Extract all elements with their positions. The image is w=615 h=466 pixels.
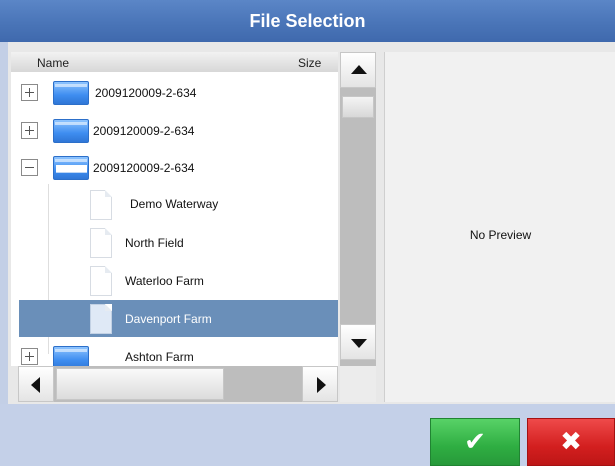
expand-icon[interactable] (21, 122, 38, 139)
horizontal-scrollbar[interactable] (18, 366, 338, 402)
file-selection-dialog: File Selection Name Size 2009120009-2-63… (0, 0, 615, 466)
tree-header: Name Size (11, 52, 338, 72)
expand-icon[interactable] (21, 84, 38, 101)
preview-text: No Preview (469, 228, 532, 242)
document-icon (90, 190, 112, 220)
scroll-left-button[interactable] (18, 366, 54, 402)
document-icon (90, 266, 112, 296)
expand-icon[interactable] (21, 348, 38, 365)
folder-icon (53, 81, 89, 105)
tree-row-file[interactable]: Demo Waterway (11, 186, 338, 223)
tree-row-label: Davenport Farm (125, 312, 212, 326)
tree-row-label: 2009120009-2-634 (93, 161, 195, 175)
scroll-up-button[interactable] (340, 52, 376, 88)
tree-row-folder[interactable]: 2009120009-2-634 (11, 149, 338, 186)
tree-row-file-selected[interactable]: Davenport Farm (19, 300, 338, 337)
dialog-title: File Selection (0, 0, 615, 42)
vertical-scrollbar[interactable] (340, 52, 376, 366)
arrow-left-icon (31, 377, 40, 393)
column-header-name[interactable]: Name (37, 56, 69, 70)
document-icon (90, 228, 112, 258)
column-header-size[interactable]: Size (298, 56, 321, 70)
collapse-icon[interactable] (21, 159, 38, 176)
tree-row-label: Ashton Farm (125, 350, 194, 364)
tree-row-label: 2009120009-2-634 (93, 124, 195, 138)
tree-row-file[interactable]: North Field (11, 224, 338, 261)
ok-button[interactable]: ✔ (430, 418, 520, 466)
horizontal-scroll-thumb[interactable] (56, 368, 224, 400)
folder-icon (53, 346, 89, 366)
scrollbar-corner (340, 366, 376, 402)
scroll-right-button[interactable] (302, 366, 338, 402)
x-icon: ✖ (560, 427, 582, 457)
tree-row-folder[interactable]: 2009120009-2-634 (11, 74, 338, 111)
file-tree[interactable]: Name Size 2009120009-2-634 2009120009-2-… (11, 52, 338, 366)
tree-row-label: Waterloo Farm (125, 274, 204, 288)
checkmark-icon: ✔ (464, 427, 486, 457)
arrow-up-icon (351, 65, 367, 74)
tree-row-label: 2009120009-2-634 (95, 86, 197, 100)
document-icon (90, 304, 112, 334)
vertical-scroll-thumb[interactable] (342, 96, 374, 118)
folder-icon (53, 119, 89, 143)
cancel-button[interactable]: ✖ (527, 418, 615, 466)
tree-row-folder[interactable]: 2009120009-2-634 (11, 112, 338, 149)
open-folder-icon (53, 156, 89, 180)
dialog-footer (0, 404, 615, 466)
tree-row-label: North Field (125, 236, 184, 250)
tree-row-label: Demo Waterway (130, 197, 219, 211)
tree-row-file[interactable]: Waterloo Farm (11, 262, 338, 299)
scroll-down-button[interactable] (340, 324, 376, 360)
arrow-right-icon (317, 377, 326, 393)
preview-pane: No Preview (384, 52, 615, 402)
arrow-down-icon (351, 339, 367, 348)
tree-row-folder[interactable]: Ashton Farm (11, 340, 338, 366)
